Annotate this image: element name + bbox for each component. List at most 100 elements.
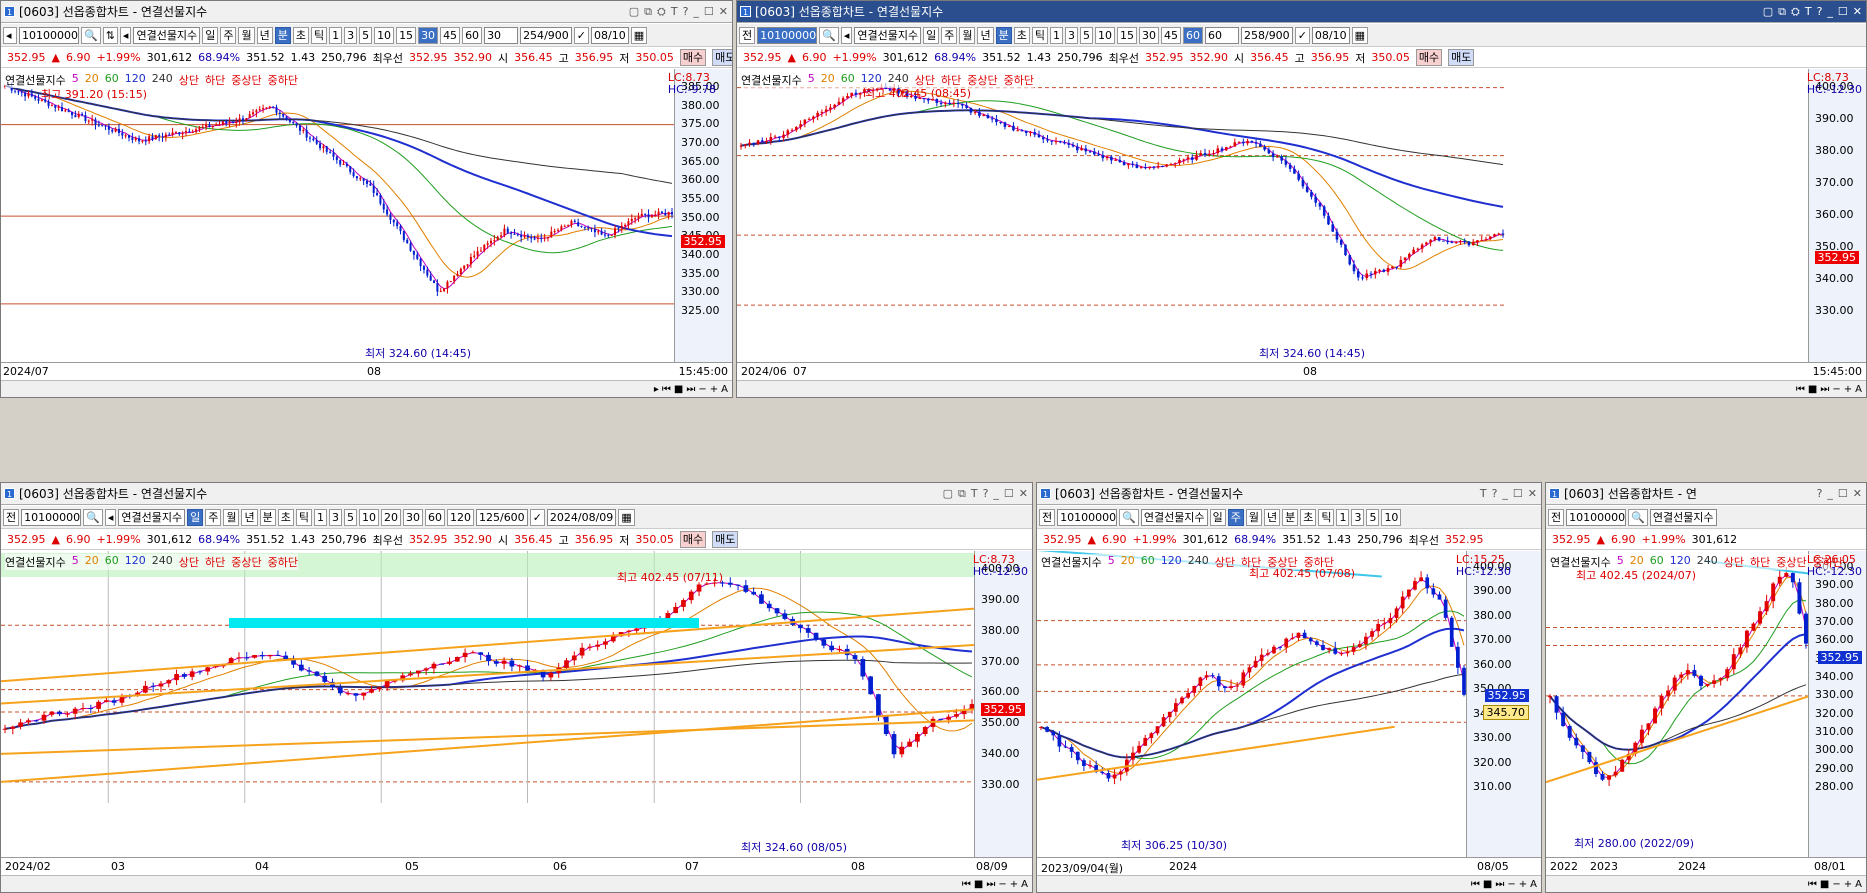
min-30-button[interactable]: 30	[418, 26, 439, 44]
window-titlebar[interactable]: 1 [0603] 선옵종합차트 - 연결선물지수 ▢ ⧉ ⛭ T? _ ☐ ✕	[1, 1, 732, 23]
min-5-button[interactable]: 5	[1079, 26, 1093, 44]
calendar-icon[interactable]: ▦	[1351, 26, 1369, 44]
search-icon[interactable]: 🔍	[1628, 508, 1648, 526]
period-tick-button[interactable]: 틱	[295, 508, 312, 526]
item-name[interactable]: 연결선물지수	[118, 508, 186, 526]
minimize-icon[interactable]: _	[1827, 5, 1833, 19]
check-icon[interactable]: ✓	[529, 508, 545, 526]
sell-button[interactable]: 매도	[712, 531, 739, 548]
min-45-button[interactable]: 45	[1160, 26, 1181, 44]
auto-icon[interactable]: A	[721, 384, 728, 395]
period-second-button[interactable]: 초	[292, 26, 309, 44]
help-icon[interactable]: ?	[683, 5, 689, 19]
tool-icon[interactable]: ⛭	[657, 5, 666, 19]
last-icon[interactable]: ⏭	[986, 879, 995, 890]
period-week-button[interactable]: 주	[205, 508, 222, 526]
search-icon[interactable]: 🔍	[819, 26, 839, 44]
chart-area[interactable]: 385.00 380.00 375.00 370.00 365.00 360.00 355.…	[1, 69, 732, 397]
code-input[interactable]: 10100000	[1057, 508, 1118, 526]
buy-button[interactable]: 매수	[679, 49, 707, 66]
chart-canvas[interactable]	[1, 551, 976, 859]
font-icon[interactable]: T	[671, 5, 678, 19]
chart-area[interactable]: 400.00390.00380.00370.00360.00350.00340.…	[1, 551, 1032, 892]
chart-area[interactable]: 400.00390.00380.00370.00360.00350.00340.…	[1546, 551, 1866, 892]
chart-scroll-toolbar[interactable]: ▸ ⏮ ■ ⏭ − + A	[1, 380, 732, 397]
period-week-button[interactable]: 주	[1227, 508, 1244, 526]
auto-icon[interactable]: A	[1021, 879, 1028, 890]
stop-icon[interactable]: ■	[1808, 384, 1817, 395]
search-icon[interactable]: 🔍	[81, 26, 101, 44]
maximize-icon[interactable]: ☐	[1513, 487, 1523, 500]
min-5-button[interactable]: 5	[1366, 508, 1380, 526]
minimize-icon[interactable]: _	[1827, 487, 1833, 500]
date-field[interactable]: 08/10	[1311, 26, 1350, 44]
min-1-button[interactable]: 1	[1336, 508, 1350, 526]
chart-area[interactable]: 400.00390.00380.00370.00360.00350.00340.…	[737, 69, 1866, 397]
code-input[interactable]: 10100000	[19, 26, 79, 44]
item-name[interactable]: 연결선물지수	[1649, 508, 1717, 526]
copy-icon[interactable]: ⧉	[644, 5, 652, 19]
copy-icon[interactable]: ⧉	[1778, 5, 1786, 19]
date-field[interactable]: 2024/08/09	[546, 508, 617, 526]
min-3-button[interactable]: 3	[328, 508, 342, 526]
calendar-icon[interactable]: ▦	[630, 26, 648, 44]
chart-canvas[interactable]	[1037, 551, 1468, 859]
chart-scroll-toolbar[interactable]: ⏮ ■ ⏭ − + A	[1, 875, 1032, 892]
speaker-icon[interactable]: ◂	[119, 26, 132, 44]
window-titlebar[interactable]: 1 [0603] 선옵종합차트 - 연결선물지수 ▢ ⧉ ⛭ T? _ ☐ ✕	[737, 1, 1866, 23]
maximize-icon[interactable]: ☐	[1004, 487, 1014, 501]
chart-canvas[interactable]	[737, 69, 1810, 364]
period-week-button[interactable]: 주	[220, 26, 237, 44]
min-20-button[interactable]: 20	[380, 508, 401, 526]
item-name[interactable]: 연결선물지수	[854, 26, 922, 44]
chart-window-30min[interactable]: 1 [0603] 선옵종합차트 - 연결선물지수 ▢ ⧉ ⛭ T? _ ☐ ✕ ◂ 10100…	[0, 0, 733, 398]
date-field[interactable]: 08/10	[591, 26, 629, 44]
min-5-button[interactable]: 5	[359, 26, 373, 44]
zoom-out-icon[interactable]: −	[1507, 879, 1515, 890]
zoom-in-icon[interactable]: +	[1844, 879, 1852, 890]
min-30-button[interactable]: 30	[402, 508, 423, 526]
period-minute-button[interactable]: 분	[1282, 508, 1299, 526]
close-icon[interactable]: ✕	[1853, 487, 1862, 500]
font-icon[interactable]: T	[1805, 5, 1812, 19]
count-field[interactable]: 125/600	[475, 508, 528, 526]
first-icon[interactable]: ⏮	[1796, 384, 1805, 395]
period-week-button[interactable]: 주	[941, 26, 958, 44]
zoom-out-icon[interactable]: −	[1832, 879, 1840, 890]
min-3-button[interactable]: 3	[1064, 26, 1078, 44]
count-field[interactable]: 254/900	[520, 26, 572, 44]
interval-select[interactable]: 60	[1204, 26, 1239, 44]
copy-icon[interactable]: ⧉	[958, 487, 966, 501]
count-field[interactable]: 258/900	[1240, 26, 1293, 44]
chart-scroll-toolbar[interactable]: ⏮ ■ ⏭ − + A	[737, 380, 1866, 397]
check-icon[interactable]: ✓	[1294, 26, 1310, 44]
window-titlebar[interactable]: 1 [0603] 선옵종합차트 - 연결선물지수 ▢ ⧉ T? _ ☐ ✕	[1, 483, 1032, 505]
interval-select[interactable]: 30	[484, 26, 519, 44]
period-minute-button[interactable]: 분	[259, 508, 276, 526]
min-120-button[interactable]: 120	[446, 508, 474, 526]
prev-label[interactable]: 전	[1548, 508, 1565, 526]
chart-window-weekly[interactable]: 1 [0603] 선옵종합차트 - 연결선물지수 T? _ ☐ ✕ 전 10100000…	[1036, 482, 1542, 893]
speaker-icon[interactable]: ◂	[104, 508, 117, 526]
period-year-button[interactable]: 년	[241, 508, 258, 526]
item-name[interactable]: 연결선물지수	[133, 26, 201, 44]
prev-label[interactable]: 전	[739, 26, 756, 44]
min-10-button[interactable]: 10	[358, 508, 379, 526]
help-icon[interactable]: ?	[1492, 487, 1498, 500]
item-name[interactable]: 연결선물지수	[1140, 508, 1208, 526]
period-month-button[interactable]: 월	[1245, 508, 1262, 526]
period-day-button[interactable]: 일	[187, 508, 204, 526]
auto-icon[interactable]: A	[1530, 879, 1537, 890]
search-icon[interactable]: 🔍	[83, 508, 103, 526]
sell-button[interactable]: 매도	[712, 49, 732, 66]
period-second-button[interactable]: 초	[1300, 508, 1317, 526]
min-3-button[interactable]: 3	[1351, 508, 1365, 526]
last-icon[interactable]: ⏭	[1820, 384, 1829, 395]
code-input[interactable]: 10100000	[1566, 508, 1627, 526]
prev-label[interactable]: 전	[1039, 508, 1056, 526]
maximize-icon[interactable]: ☐	[1838, 487, 1848, 500]
zoom-out-icon[interactable]: −	[998, 879, 1006, 890]
chart-scroll-toolbar[interactable]: ⏮ ■ − + A	[1546, 875, 1866, 892]
min-60-button[interactable]: 60	[424, 508, 445, 526]
close-icon[interactable]: ✕	[1528, 487, 1537, 500]
